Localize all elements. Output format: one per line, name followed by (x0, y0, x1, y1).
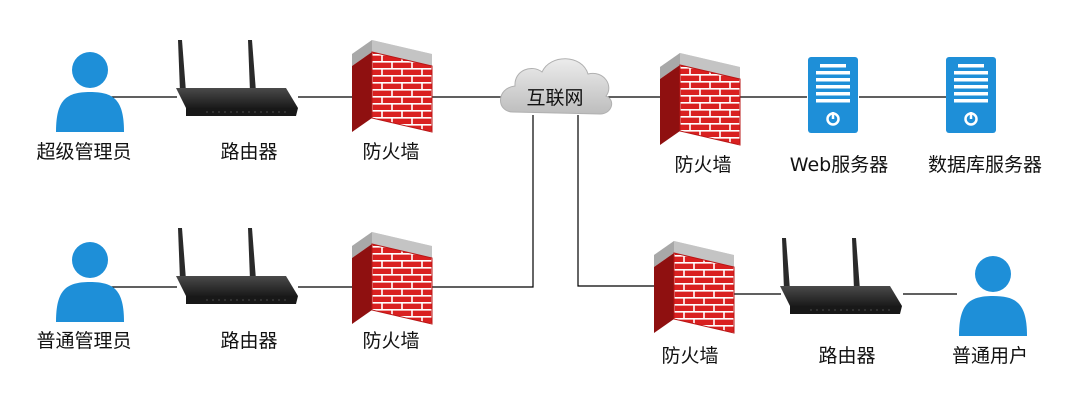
router-user-label: 路由器 (818, 345, 876, 367)
firewall-top-left-label: 防火墙 (362, 141, 420, 163)
firewall-top-right-node (659, 52, 741, 146)
firewall-bottom-left-node (351, 231, 433, 325)
router-user-node (779, 237, 903, 315)
user-icon (959, 256, 1027, 336)
super-admin-node (56, 52, 124, 132)
normal-user-node (959, 256, 1027, 336)
web-server-node (806, 55, 860, 135)
firewall-icon (659, 52, 741, 146)
router-icon (175, 227, 299, 305)
normal-admin-label: 普通管理员 (36, 330, 132, 352)
router-icon (175, 39, 299, 117)
server-icon (944, 55, 998, 135)
router-bottom-label: 路由器 (220, 330, 278, 352)
firewall-bottom-right-label: 防火墙 (661, 345, 719, 367)
link-cloud-firewall-user-branch (577, 115, 655, 287)
firewall-top-left-node (351, 39, 433, 133)
firewall-icon (653, 240, 735, 334)
super-admin-label: 超级管理员 (36, 141, 132, 163)
router-top-node (175, 39, 299, 117)
normal-admin-node (56, 242, 124, 322)
cloud-label: 互联网 (526, 87, 583, 109)
router-top-label: 路由器 (220, 141, 278, 163)
link-firewall-cloud-bottom (432, 115, 534, 288)
firewall-bottom-left-label: 防火墙 (362, 330, 420, 352)
firewall-top-right-label: 防火墙 (674, 154, 732, 176)
normal-user-label: 普通用户 (951, 345, 1029, 367)
db-server-label: 数据库服务器 (927, 154, 1043, 176)
firewall-icon (351, 39, 433, 133)
router-icon (779, 237, 903, 315)
db-server-node (944, 55, 998, 135)
firewall-icon (351, 231, 433, 325)
router-bottom-node (175, 227, 299, 305)
user-icon (56, 242, 124, 322)
web-server-label: Web服务器 (789, 154, 889, 176)
server-icon (806, 55, 860, 135)
firewall-bottom-right-node (653, 240, 735, 334)
network-diagram: 互联网 (56, 39, 1027, 336)
user-icon (56, 52, 124, 132)
